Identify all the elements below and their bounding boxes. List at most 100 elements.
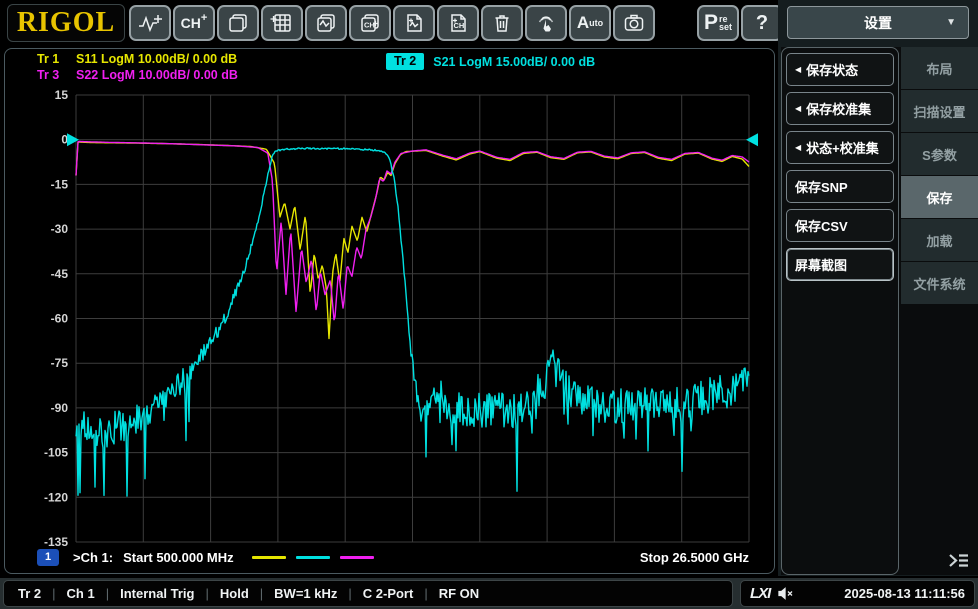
status-separator: |	[424, 586, 428, 601]
y-axis-tick: -75	[51, 356, 69, 370]
rigol-logo: RIGOL	[7, 4, 125, 42]
status-item-4: BW=1 kHz	[274, 586, 338, 601]
stop-frequency[interactable]: Stop 26.5000 GHz	[640, 550, 749, 565]
submenu-item-2[interactable]: ◀ 状态+校准集	[786, 131, 894, 164]
status-separator: |	[52, 586, 56, 601]
menu-title: 设置	[864, 14, 892, 31]
menu-title-dropdown[interactable]: 设置 ▼	[787, 6, 969, 39]
legend-swatch-1	[295, 555, 330, 559]
submenu-item-1[interactable]: ◀ 保存校准集	[786, 92, 894, 125]
trace3-label-row[interactable]: Tr 3 S22 LogM 10.00dB/ 0.00 dB	[37, 68, 238, 82]
touch-toggle-button[interactable]	[525, 5, 567, 41]
expand-left-icon: ◀	[795, 65, 802, 74]
start-frequency[interactable]: Start 500.000 MHz	[123, 550, 234, 565]
menu-tab-2[interactable]: S参数	[901, 133, 978, 175]
status-readouts: Tr 2 | Ch 1 | Internal Trig | Hold | BW=1 kHz | C …	[3, 580, 733, 607]
trace1-id: Tr 1	[37, 52, 60, 66]
copy-trace-button[interactable]	[305, 5, 347, 41]
menu-tab-3[interactable]: 保存	[901, 176, 978, 218]
add-channel-label: CH	[180, 15, 201, 31]
menu-tab-5[interactable]: 文件系统	[901, 262, 978, 304]
trace3-settings: S22 LogM 10.00dB/ 0.00 dB	[76, 68, 238, 82]
trace1-settings: S11 LogM 10.00dB/ 0.00 dB	[76, 52, 238, 66]
submenu-item-label: 屏幕截图	[795, 258, 848, 273]
submenu-item-0[interactable]: ◀ 保存状态	[786, 53, 894, 86]
y-axis-tick: -60	[51, 312, 69, 326]
expand-left-icon: ◀	[795, 104, 802, 113]
status-item-3: Hold	[219, 586, 249, 601]
graph-panel: 15 0 -15 -30 -45 -60 -75 -90 -105 -120 -135 Tr 1 S…	[4, 48, 775, 574]
collapse-menu-button[interactable]	[946, 551, 972, 570]
help-question-mark: ?	[755, 11, 769, 34]
expand-left-icon: ◀	[795, 143, 802, 152]
waveform-plus-icon	[139, 15, 162, 33]
status-item-1: Ch 1	[66, 586, 95, 601]
menu-sidebar: 设置 ▼ ◀ 保存状态 ◀ 保存校准集 ◀ 状态+校准集保存SNP 保存CSV 屏幕截图 布局…	[778, 0, 978, 576]
system-status: LXI 2025-08-13 11:11:56	[740, 580, 975, 607]
y-axis-tick: -15	[51, 177, 69, 191]
svg-text:CH: CH	[364, 21, 375, 30]
submenu-item-label: 状态+校准集	[806, 141, 879, 156]
paste-trace-button[interactable]	[393, 5, 435, 41]
trace3-id: Tr 3	[37, 68, 60, 82]
submenu-item-3[interactable]: 保存SNP	[786, 170, 894, 203]
window-layout-button[interactable]	[217, 5, 259, 41]
submenu-item-label: 保存CSV	[795, 219, 848, 234]
menu-tabs: 布局 扫描设置 S参数 保存 加载 文件系统	[899, 47, 978, 575]
submenu-item-label: 保存状态	[806, 63, 859, 78]
ref-level-marker-right[interactable]	[746, 133, 758, 147]
vna-screen: RIGOL CH + CH CH A uto P re set ? 15 0 -…	[0, 0, 978, 609]
mute-icon[interactable]	[778, 587, 794, 600]
submenu-item-5[interactable]: 屏幕截图	[786, 248, 894, 281]
copy-channel-icon: CH	[361, 14, 379, 32]
trace2-active-badge: Tr 2	[386, 53, 425, 70]
y-axis-tick: 15	[55, 88, 69, 102]
status-item-5: C 2-Port	[362, 586, 414, 601]
trace1-label-row[interactable]: Tr 1 S11 LogM 10.00dB/ 0.00 dB	[37, 52, 237, 66]
chevron-down-icon: ▼	[946, 17, 956, 28]
status-item-6: RF ON	[438, 586, 480, 601]
camera-icon	[624, 14, 644, 31]
status-separator: |	[348, 586, 352, 601]
sweep-plot: 150-15-30-45-60-75-90-105-120-135	[44, 88, 758, 549]
collapse-menu-icon	[949, 554, 968, 567]
paste-channel-button[interactable]: CH	[437, 5, 479, 41]
trace2-settings: S21 LogM 15.00dB/ 0.00 dB	[433, 54, 596, 69]
auto-label-a: A	[576, 13, 590, 32]
y-axis-tick: -90	[51, 401, 69, 415]
auto-scale-button[interactable]: Auto	[569, 5, 611, 41]
copy-channel-button[interactable]: CH	[349, 5, 391, 41]
trash-icon	[495, 15, 509, 32]
channel-number-badge[interactable]: 1	[37, 548, 59, 566]
add-channel-button[interactable]: CH +	[173, 5, 215, 41]
legend-swatch-2	[339, 555, 374, 559]
status-separator: |	[105, 586, 110, 601]
submenu-item-4[interactable]: 保存CSV	[786, 209, 894, 242]
status-separator: |	[205, 586, 209, 601]
submenu-item-label: 保存校准集	[806, 102, 872, 117]
y-axis-tick: -105	[44, 446, 68, 460]
plot-grid	[75, 94, 750, 543]
y-axis-tick: -120	[44, 490, 68, 504]
add-trace-button[interactable]	[129, 5, 171, 41]
datetime: 2025-08-13 11:11:56	[844, 586, 965, 601]
trace2-label-row[interactable]: Tr 2 S21 LogM 15.00dB/ 0.00 dB	[386, 53, 595, 70]
status-item-2: Internal Trig	[120, 586, 195, 601]
table-add-button[interactable]	[261, 5, 303, 41]
sidebar-body: ◀ 保存状态 ◀ 保存校准集 ◀ 状态+校准集保存SNP 保存CSV 屏幕截图 布局 扫描设置 S…	[781, 47, 978, 575]
touch-icon	[538, 16, 554, 32]
menu-tab-1[interactable]: 扫描设置	[901, 90, 978, 132]
screenshot-button[interactable]	[613, 5, 655, 41]
menu-tab-0[interactable]: 布局	[901, 47, 978, 89]
y-axis-tick: -45	[51, 267, 69, 281]
copy-trace-icon	[317, 14, 335, 32]
paste-trace-icon	[407, 14, 422, 32]
submenu-panel: ◀ 保存状态 ◀ 保存校准集 ◀ 状态+校准集保存SNP 保存CSV 屏幕截图	[781, 47, 899, 575]
menu-tab-4[interactable]: 加载	[901, 219, 978, 261]
help-button[interactable]: ?	[741, 5, 783, 41]
delete-button[interactable]	[481, 5, 523, 41]
toolbar-buttons: CH + CH CH A uto P re set ?	[129, 5, 783, 41]
rigol-logo-text: RIGOL	[16, 7, 116, 38]
add-channel-plus: +	[200, 12, 208, 24]
preset-button[interactable]: P re set	[697, 5, 739, 41]
